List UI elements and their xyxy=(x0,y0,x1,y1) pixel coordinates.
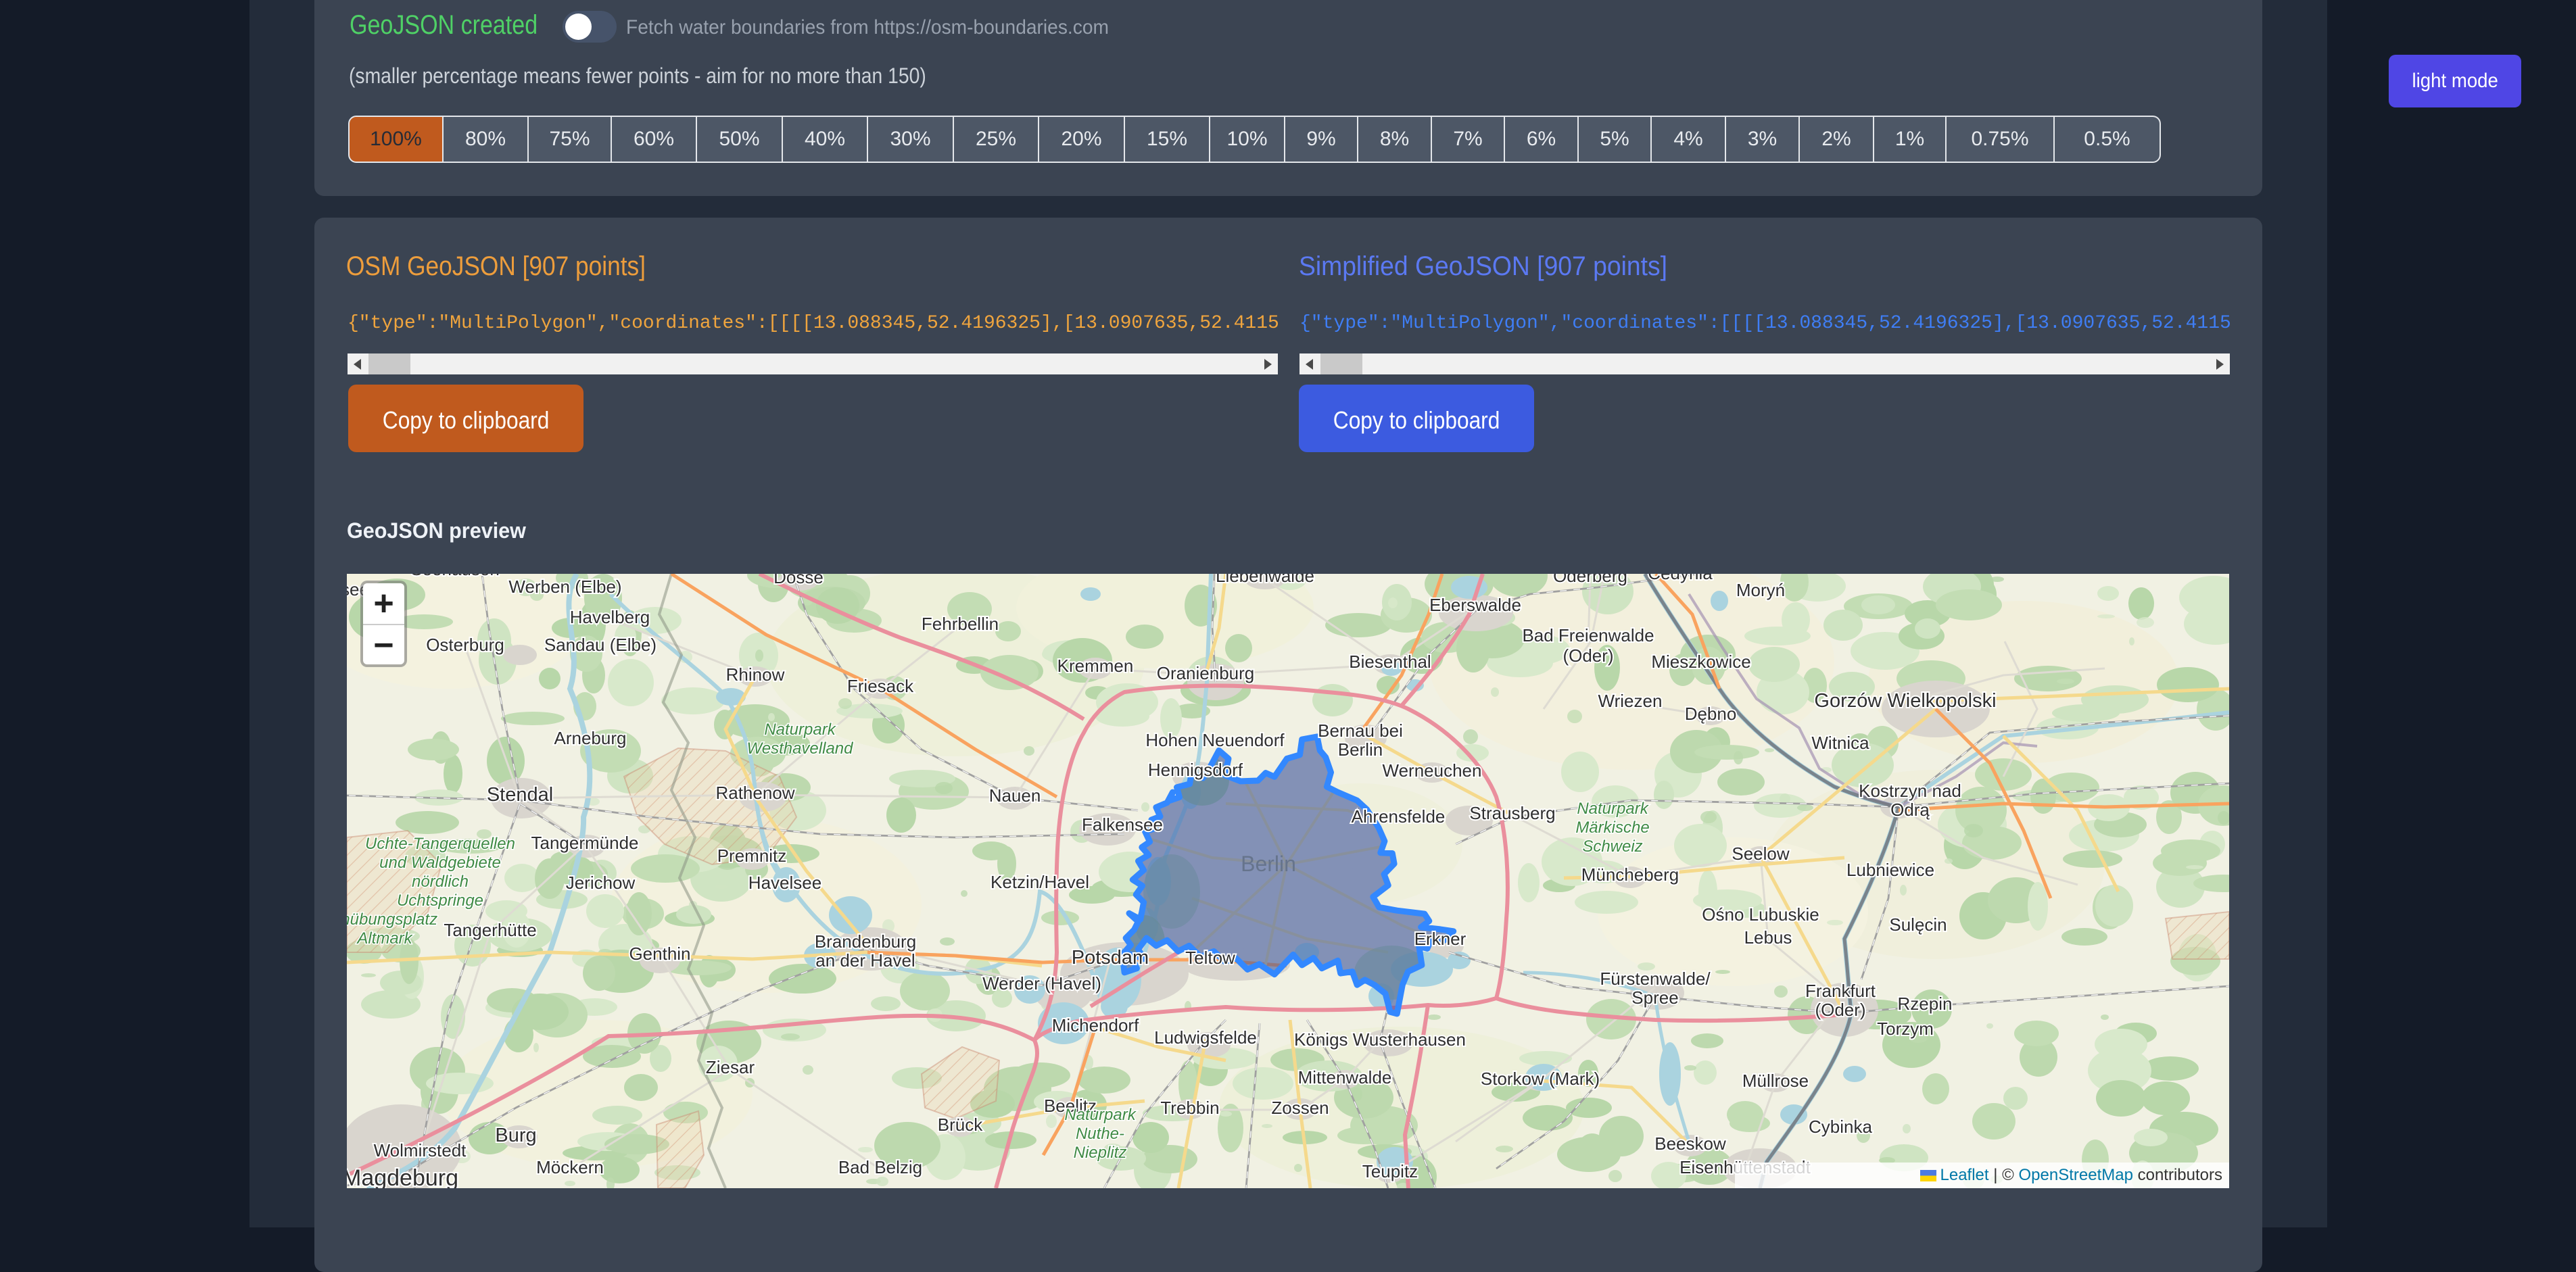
svg-text:Werder (Havel): Werder (Havel) xyxy=(982,973,1101,994)
svg-text:Michendorf: Michendorf xyxy=(1052,1015,1139,1035)
svg-text:nördlich: nördlich xyxy=(412,873,469,891)
svg-text:Premnitz: Premnitz xyxy=(717,846,787,866)
svg-text:Friesack: Friesack xyxy=(847,676,914,696)
svg-text:Möckern: Möckern xyxy=(536,1157,604,1177)
svg-text:Schweiz: Schweiz xyxy=(1582,837,1642,856)
svg-text:Sandau (Elbe): Sandau (Elbe) xyxy=(544,635,657,655)
svg-text:Havelsee: Havelsee xyxy=(748,873,821,893)
svg-text:Werneuchen: Werneuchen xyxy=(1383,760,1482,781)
svg-text:Müllrose: Müllrose xyxy=(1742,1071,1809,1091)
svg-text:Mittenwalde: Mittenwalde xyxy=(1298,1067,1392,1087)
svg-text:Müncheberg: Müncheberg xyxy=(1581,864,1679,885)
svg-text:Storkow (Mark): Storkow (Mark) xyxy=(1481,1069,1600,1089)
svg-text:Genthin: Genthin xyxy=(629,944,690,964)
svg-text:Teupitz: Teupitz xyxy=(1362,1161,1418,1181)
svg-text:Rathenow: Rathenow xyxy=(715,783,794,803)
svg-text:an der Havel: an der Havel xyxy=(815,950,915,971)
svg-text:Odrą: Odrą xyxy=(1890,800,1930,820)
svg-text:Dębno: Dębno xyxy=(1685,704,1737,724)
svg-text:Mieszkowice: Mieszkowice xyxy=(1651,652,1750,672)
svg-text:und Waldgebiete: und Waldgebiete xyxy=(379,854,501,872)
svg-text:Tangerhütte: Tangerhütte xyxy=(444,920,536,940)
svg-text:Arneburg: Arneburg xyxy=(554,728,627,748)
svg-text:Seelow: Seelow xyxy=(1732,843,1789,864)
svg-text:Frankfurt: Frankfurt xyxy=(1805,981,1876,1001)
svg-text:Bad Freienwalde: Bad Freienwalde xyxy=(1522,625,1654,645)
svg-text:Nauen: Nauen xyxy=(989,785,1041,806)
svg-text:Witnica: Witnica xyxy=(1811,733,1869,753)
svg-text:Potsdam: Potsdam xyxy=(1072,947,1149,969)
svg-text:Torzym: Torzym xyxy=(1877,1019,1934,1039)
svg-text:Lubniewice: Lubniewice xyxy=(1846,860,1934,880)
svg-text:Ketzin/Havel: Ketzin/Havel xyxy=(991,872,1089,892)
svg-text:Liebenwalde: Liebenwalde xyxy=(1216,574,1314,586)
svg-text:Ahrensfelde: Ahrensfelde xyxy=(1352,806,1446,827)
svg-text:Uchte-Tangerquellen: Uchte-Tangerquellen xyxy=(365,835,515,853)
svg-text:Königs Wusterhausen: Königs Wusterhausen xyxy=(1294,1029,1466,1050)
svg-text:Naturpark: Naturpark xyxy=(1064,1106,1137,1124)
svg-text:Cedynia: Cedynia xyxy=(1648,574,1713,583)
svg-text:Biesenthal: Biesenthal xyxy=(1349,652,1431,672)
svg-text:Bad Belzig: Bad Belzig xyxy=(838,1157,922,1177)
svg-text:Ludwigsfelde: Ludwigsfelde xyxy=(1154,1027,1257,1048)
svg-text:(Oder): (Oder) xyxy=(1815,1000,1865,1020)
svg-text:Trebbin: Trebbin xyxy=(1160,1098,1219,1118)
svg-text:Nieplitz: Nieplitz xyxy=(1074,1144,1127,1162)
svg-text:Magdeburg: Magdeburg xyxy=(347,1165,458,1188)
svg-text:Moryń: Moryń xyxy=(1736,580,1785,600)
svg-text:Nuthe-: Nuthe- xyxy=(1076,1125,1124,1143)
svg-text:Wolmirstedt: Wolmirstedt xyxy=(374,1140,467,1160)
svg-text:Cybinka: Cybinka xyxy=(1809,1117,1872,1137)
svg-text:Brück: Brück xyxy=(938,1115,983,1135)
svg-text:Rzepin: Rzepin xyxy=(1898,994,1953,1014)
svg-text:Gorzów Wielkopolski: Gorzów Wielkopolski xyxy=(1814,690,1996,712)
svg-text:Falkensee: Falkensee xyxy=(1082,814,1163,835)
svg-text:Fehrbellin: Fehrbellin xyxy=(922,614,999,634)
svg-text:Tangermünde: Tangermünde xyxy=(531,833,639,853)
svg-text:Berlin: Berlin xyxy=(1338,739,1383,760)
svg-text:Naturpark: Naturpark xyxy=(764,720,836,739)
svg-text:Bernau bei: Bernau bei xyxy=(1318,720,1403,741)
svg-text:Eberswalde: Eberswalde xyxy=(1429,595,1521,615)
svg-text:Berlin: Berlin xyxy=(1241,852,1296,876)
svg-text:(Oder): (Oder) xyxy=(1563,645,1613,666)
svg-text:Lebus: Lebus xyxy=(1744,927,1792,948)
svg-text:Naturpark: Naturpark xyxy=(1577,800,1649,818)
svg-text:Ziesar: Ziesar xyxy=(706,1057,755,1077)
svg-text:Fürstenwalde/: Fürstenwalde/ xyxy=(1600,969,1711,989)
svg-text:Wriezen: Wriezen xyxy=(1598,691,1663,711)
svg-text:Hennigsdorf: Hennigsdorf xyxy=(1148,760,1243,780)
svg-text:Oderberg: Oderberg xyxy=(1553,574,1627,586)
svg-text:Märkische: Märkische xyxy=(1575,818,1649,837)
svg-text:Beeskow: Beeskow xyxy=(1654,1133,1726,1154)
svg-text:Oranienburg: Oranienburg xyxy=(1157,663,1255,683)
svg-text:Westhavelland: Westhavelland xyxy=(747,739,854,758)
svg-text:Ośno Lubuskie: Ośno Lubuskie xyxy=(1702,904,1819,925)
svg-text:Strausberg: Strausberg xyxy=(1469,803,1555,823)
svg-text:Stendal: Stendal xyxy=(487,784,553,806)
svg-text:Dosse: Dosse xyxy=(773,574,824,587)
svg-text:Erkner: Erkner xyxy=(1414,929,1466,949)
svg-text:Spree: Spree xyxy=(1631,987,1678,1008)
svg-text:Osterburg: Osterburg xyxy=(426,635,504,655)
svg-text:enübungsplatz: enübungsplatz xyxy=(347,910,437,929)
svg-text:Burg: Burg xyxy=(495,1125,536,1146)
svg-text:Seehausen: Seehausen xyxy=(410,574,500,579)
svg-text:Uchtspringe: Uchtspringe xyxy=(397,891,483,910)
svg-text:Hohen Neuendorf: Hohen Neuendorf xyxy=(1145,730,1285,750)
svg-text:Teltow: Teltow xyxy=(1185,948,1235,968)
svg-text:Zossen: Zossen xyxy=(1271,1098,1329,1118)
svg-text:Kremmen: Kremmen xyxy=(1057,656,1134,676)
svg-text:Kostrzyn nad: Kostrzyn nad xyxy=(1859,781,1961,801)
svg-text:Werben (Elbe): Werben (Elbe) xyxy=(508,577,621,597)
svg-text:Sulęcin: Sulęcin xyxy=(1889,914,1947,935)
svg-text:Jerichow: Jerichow xyxy=(566,873,636,893)
svg-text:Brandenburg: Brandenburg xyxy=(815,931,916,952)
svg-text:Havelberg: Havelberg xyxy=(570,607,650,627)
svg-text:Altmark: Altmark xyxy=(356,929,413,948)
svg-text:Rhinow: Rhinow xyxy=(726,664,785,685)
